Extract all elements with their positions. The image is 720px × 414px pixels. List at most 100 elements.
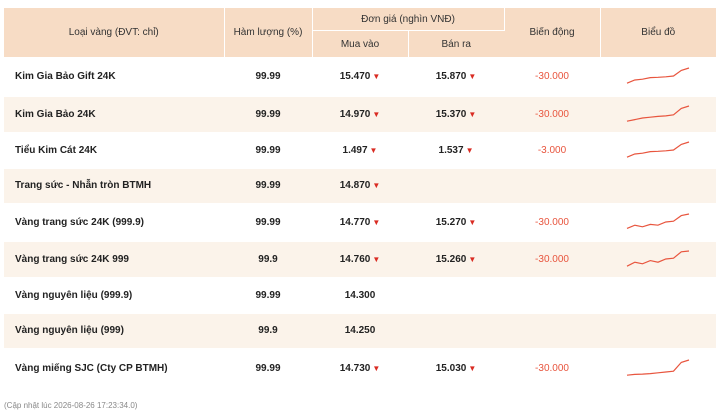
price-change: -30.000 (504, 348, 601, 389)
sell-price-text: 15.270 (435, 216, 467, 228)
purity-text: 99.99 (255, 362, 281, 374)
sparkline-chart (626, 250, 690, 267)
gold-name-text: Tiểu Kim Cát 24K (15, 144, 98, 156)
gold-name: Kim Gia Bảo 24K (4, 96, 224, 133)
down-arrow-icon: ▼ (468, 217, 477, 227)
buy-price: 14.250 (312, 313, 408, 349)
down-arrow-icon: ▼ (468, 71, 477, 81)
sell-price: 15.870 ▼ (408, 57, 505, 97)
table-row[interactable]: Trang sức - Nhẫn tròn BTMH 99.99 14.870 ▼ (4, 168, 717, 204)
down-arrow-icon: ▼ (468, 363, 477, 373)
sparkline-cell (600, 348, 717, 389)
gold-name-text: Vàng nguyên liệu (999) (15, 325, 124, 336)
gold-name: Vàng miếng SJC (Cty CP BTMH) (4, 348, 224, 389)
buy-price-text: 14.970 (339, 108, 371, 120)
sparkline-line (626, 105, 690, 122)
down-arrow-icon: ▼ (372, 217, 381, 227)
sell-price (408, 277, 505, 314)
price-change-text: -30.000 (535, 216, 569, 228)
buy-price-text: 14.870 (339, 180, 371, 191)
sparkline-cell (600, 96, 717, 133)
down-arrow-icon: ▼ (369, 145, 378, 155)
sparkline-cell (600, 57, 717, 97)
sell-price-text: 1.537 (438, 144, 464, 156)
header-price: Đơn giá (nghìn VNĐ) (312, 8, 505, 31)
table-row[interactable]: Vàng trang sức 24K (999.9) 99.99 14.770 ▼ 15… (4, 203, 717, 242)
sparkline-chart (626, 105, 690, 122)
header-sell: Bán ra (408, 30, 505, 57)
buy-price: 15.470 ▼ (312, 57, 408, 97)
buy-price-text: 14.300 (344, 289, 376, 301)
sell-price-text: 15.260 (435, 253, 467, 265)
purity: 99.99 (224, 96, 312, 133)
sell-price-text: 15.030 (435, 362, 467, 374)
sell-price-text: 15.870 (435, 70, 467, 82)
buy-price-text: 15.470 (339, 70, 371, 82)
purity: 99.99 (224, 348, 312, 389)
gold-name-text: Trang sức - Nhẫn tròn BTMH (15, 180, 152, 191)
buy-price: 14.870 ▼ (312, 168, 408, 204)
sparkline-line (626, 67, 690, 85)
purity-text: 99.99 (255, 70, 281, 82)
buy-price: 14.760 ▼ (312, 241, 408, 278)
price-change: -30.000 (504, 241, 601, 278)
update-timestamp: (Cập nhật lúc 2026-08-26 17:23:34.0) (4, 401, 138, 410)
table-row[interactable]: Vàng trang sức 24K 999 99.9 14.760 ▼ 15.260 ▼… (4, 241, 717, 278)
sell-price: 15.370 ▼ (408, 96, 505, 133)
price-change: -30.000 (504, 57, 601, 97)
purity-text: 99.9 (258, 325, 278, 336)
gold-name-text: Vàng nguyên liệu (999.9) (15, 289, 133, 301)
purity-text: 99.99 (255, 289, 281, 301)
purity: 99.99 (224, 57, 312, 97)
gold-name: Vàng trang sức 24K (999.9) (4, 203, 224, 242)
header-name: Loại vàng (ĐVT: chỉ) (4, 8, 225, 57)
buy-price-text: 1.497 (342, 144, 368, 156)
header-change: Biến động (504, 8, 601, 57)
table-row[interactable]: Kim Gia Bảo Gift 24K 99.99 15.470 ▼ 15.870 ▼ -… (4, 57, 717, 97)
sell-price (408, 168, 505, 204)
down-arrow-icon: ▼ (372, 254, 381, 264)
buy-price: 14.300 (312, 277, 408, 314)
down-arrow-icon: ▼ (372, 109, 381, 119)
buy-price-text: 14.250 (344, 325, 376, 336)
purity: 99.99 (224, 203, 312, 242)
gold-name: Vàng trang sức 24K 999 (4, 241, 224, 278)
price-change: -30.000 (504, 203, 601, 242)
sell-price-text: 15.370 (435, 108, 467, 120)
table-row[interactable]: Kim Gia Bảo 24K 99.99 14.970 ▼ 15.370 ▼ -30.00… (4, 96, 717, 133)
purity-text: 99.99 (255, 144, 281, 156)
buy-price: 1.497 ▼ (312, 132, 408, 169)
gold-name-text: Kim Gia Bảo Gift 24K (15, 70, 116, 82)
gold-name-text: Kim Gia Bảo 24K (15, 108, 96, 120)
table-row[interactable]: Vàng nguyên liệu (999) 99.9 14.250 (4, 313, 717, 349)
gold-name: Vàng nguyên liệu (999) (4, 313, 224, 349)
buy-price-text: 14.770 (339, 216, 371, 228)
down-arrow-icon: ▼ (468, 109, 477, 119)
price-change (504, 313, 601, 349)
sparkline-cell (600, 313, 717, 349)
table-row[interactable]: Vàng nguyên liệu (999.9) 99.99 14.300 (4, 277, 717, 314)
header-chart: Biểu đồ (600, 8, 717, 57)
purity-text: 99.99 (255, 108, 281, 120)
sparkline-line (626, 359, 690, 376)
price-change-text: -3.000 (537, 144, 567, 156)
table-row[interactable]: Tiểu Kim Cát 24K 99.99 1.497 ▼ 1.537 ▼ -3.000 (4, 132, 717, 169)
sparkline-chart (626, 67, 690, 85)
sparkline-chart (626, 213, 690, 229)
price-change-text: -30.000 (535, 362, 569, 374)
table-body: Kim Gia Bảo Gift 24K 99.99 15.470 ▼ 15.870 ▼ -… (4, 57, 717, 389)
table-row[interactable]: Vàng miếng SJC (Cty CP BTMH) 99.99 14.730 ▼… (4, 348, 717, 389)
gold-name-text: Vàng trang sức 24K (999.9) (15, 216, 144, 228)
buy-price: 14.730 ▼ (312, 348, 408, 389)
gold-price-table: Loại vàng (ĐVT: chỉ) Hàm lượng (%) Đơn g… (4, 8, 717, 389)
sparkline-cell (600, 168, 717, 204)
price-change: -30.000 (504, 96, 601, 133)
buy-price: 14.770 ▼ (312, 203, 408, 242)
down-arrow-icon: ▼ (468, 254, 477, 264)
sparkline-cell (600, 277, 717, 314)
purity-text: 99.9 (258, 253, 278, 265)
price-change-text: -30.000 (535, 108, 569, 120)
sell-price (408, 313, 505, 349)
gold-name: Kim Gia Bảo Gift 24K (4, 57, 224, 97)
purity: 99.9 (224, 241, 312, 278)
